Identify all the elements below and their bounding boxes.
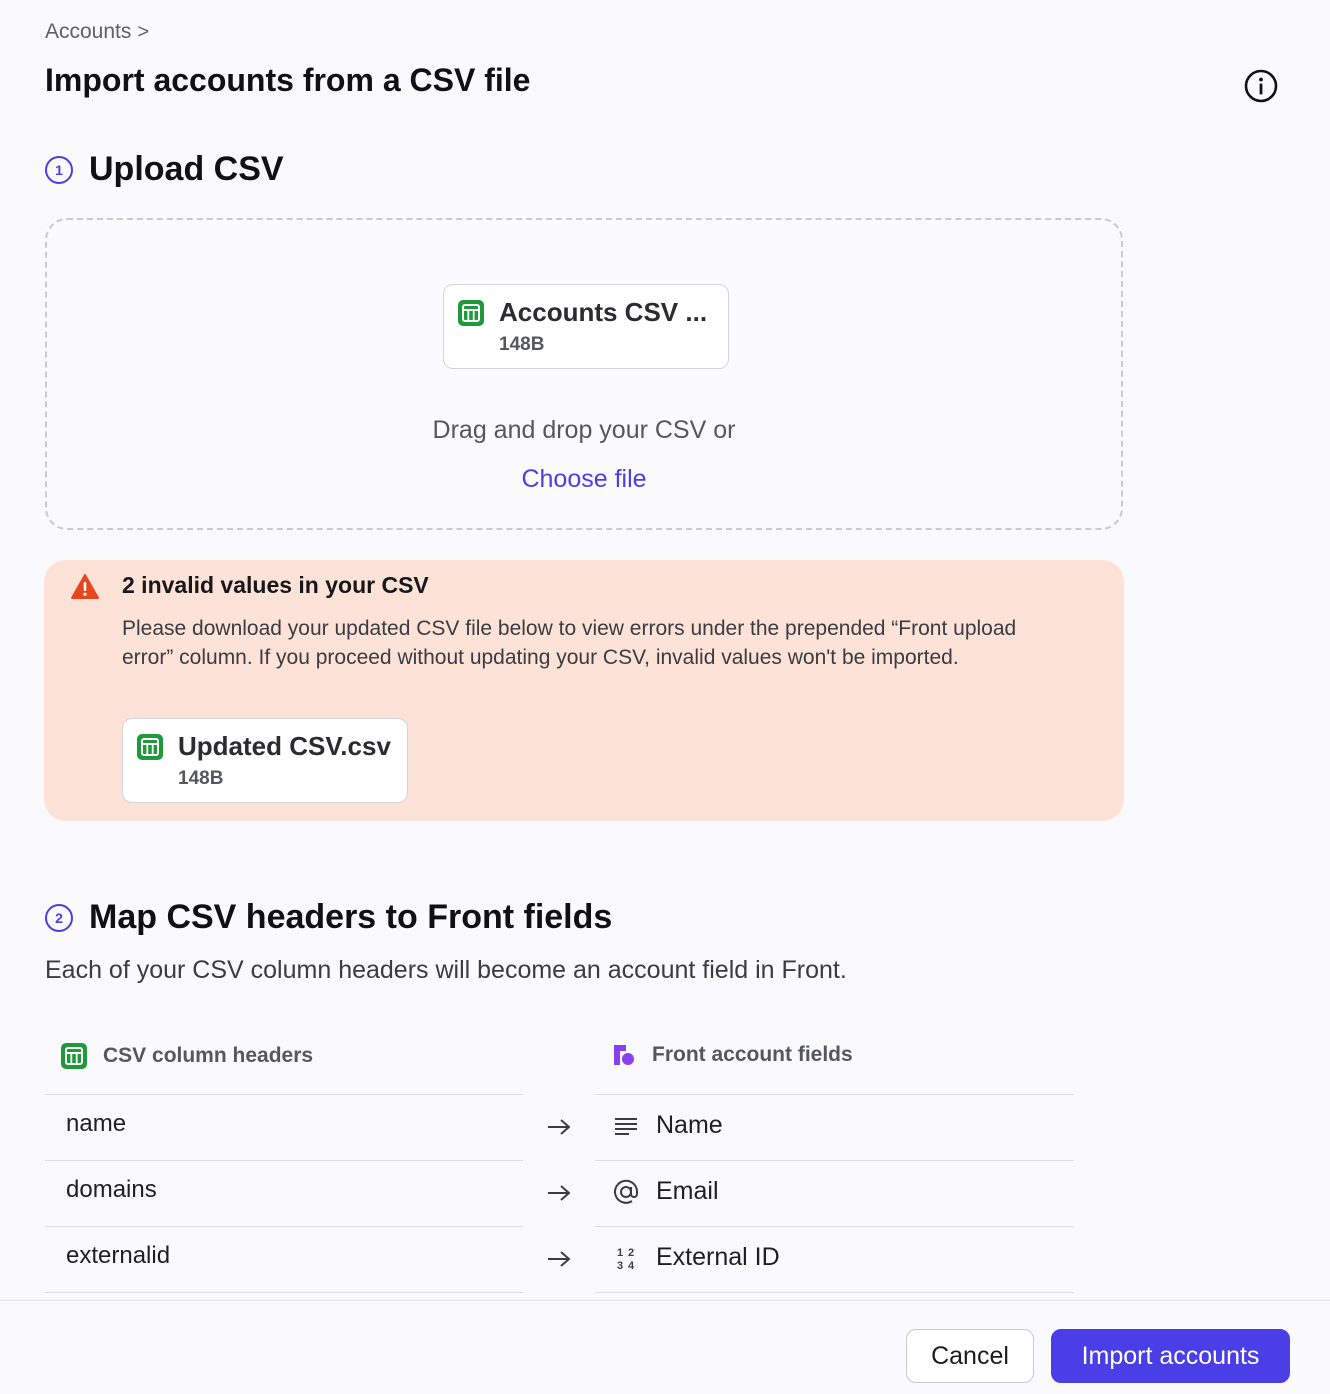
- row-divider: [595, 1292, 1074, 1293]
- file-name: Accounts CSV ...: [499, 297, 708, 327]
- row-divider: [45, 1226, 523, 1227]
- front-fields-header-label: Front account fields: [652, 1043, 853, 1066]
- front-field-label: External ID: [656, 1243, 780, 1271]
- svg-text:1: 1: [617, 1247, 623, 1259]
- text-lines-icon: [612, 1112, 640, 1140]
- spreadsheet-icon: [137, 734, 163, 760]
- alert-message: Please download your updated CSV file be…: [122, 617, 1017, 669]
- file-size: 148B: [178, 768, 224, 789]
- front-field-label: Name: [656, 1111, 723, 1139]
- step-title: Map CSV headers to Front fields: [89, 898, 613, 936]
- row-divider: [45, 1094, 523, 1095]
- csv-column-header: CSV column headers: [61, 1043, 313, 1069]
- drop-instructions: Drag and drop your CSV or: [432, 416, 736, 444]
- at-sign-icon: [612, 1178, 640, 1206]
- alert-title: 2 invalid values in your CSV: [122, 572, 429, 598]
- cancel-button[interactable]: Cancel: [906, 1329, 1034, 1383]
- file-name: Updated CSV.csv: [178, 731, 391, 761]
- svg-text:2: 2: [628, 1247, 634, 1259]
- updated-csv-file-card[interactable]: Updated CSV.csv 148B: [122, 718, 408, 803]
- row-divider: [595, 1094, 1074, 1095]
- row-divider: [595, 1160, 1074, 1161]
- svg-text:3: 3: [617, 1260, 623, 1272]
- step-number-badge: 2: [45, 903, 73, 932]
- csv-header-cell: name: [66, 1110, 127, 1137]
- import-accounts-button[interactable]: Import accounts: [1051, 1329, 1290, 1383]
- uploaded-file-card[interactable]: Accounts CSV ... 148B: [443, 284, 729, 369]
- breadcrumb[interactable]: Accounts >: [45, 20, 149, 44]
- footer-bar: Cancel Import accounts: [0, 1300, 1330, 1394]
- row-divider: [45, 1160, 523, 1161]
- choose-file-link[interactable]: Choose file: [47, 465, 1121, 494]
- csv-dropzone[interactable]: Accounts CSV ... 148B Drag and drop your…: [45, 218, 1123, 530]
- front-field-select[interactable]: 1 2 3 4 External ID: [612, 1243, 780, 1272]
- spreadsheet-icon: [61, 1043, 87, 1069]
- spreadsheet-icon: [458, 300, 484, 326]
- arrow-right-icon: [548, 1119, 571, 1135]
- svg-text:4: 4: [628, 1260, 635, 1272]
- csv-header-cell: domains: [66, 1176, 157, 1203]
- front-field-select[interactable]: Email: [612, 1177, 719, 1206]
- front-logo-icon: [614, 1045, 634, 1065]
- step-number-badge: 1: [45, 155, 73, 184]
- csv-header-cell: externalid: [66, 1242, 171, 1269]
- invalid-values-alert: 2 invalid values in your CSV Please down…: [44, 560, 1124, 821]
- page-title: Import accounts from a CSV file: [45, 62, 531, 98]
- row-divider: [595, 1226, 1074, 1227]
- arrow-right-icon: [548, 1185, 571, 1201]
- step-upload-header: 1 Upload CSV: [45, 150, 284, 189]
- front-field-label: Email: [656, 1177, 719, 1205]
- number-icon: 1 2 3 4: [612, 1244, 640, 1272]
- front-field-select[interactable]: Name: [612, 1111, 723, 1140]
- front-fields-header: Front account fields: [612, 1043, 853, 1067]
- step-map-header: 2 Map CSV headers to Front fields: [45, 898, 612, 937]
- csv-column-header-label: CSV column headers: [103, 1044, 314, 1067]
- file-size: 148B: [499, 334, 545, 355]
- chevron-right-icon: >: [137, 20, 150, 43]
- info-icon[interactable]: [1243, 68, 1279, 104]
- warning-icon: [71, 574, 99, 599]
- arrow-right-icon: [548, 1251, 571, 1267]
- breadcrumb-accounts[interactable]: Accounts: [45, 20, 131, 44]
- row-divider: [45, 1292, 523, 1293]
- mapping-description: Each of your CSV column headers will bec…: [45, 956, 847, 984]
- step-title: Upload CSV: [89, 150, 284, 188]
